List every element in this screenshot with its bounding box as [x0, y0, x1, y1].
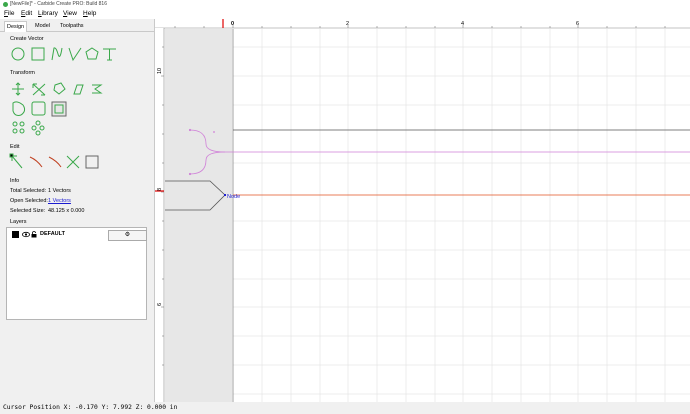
text-tool-icon: [103, 48, 116, 61]
offset-icon: [12, 101, 26, 116]
menu-file[interactable]: File: [4, 10, 15, 17]
layers-heading: Layers: [10, 219, 27, 225]
rotate-icon: [53, 82, 66, 95]
join-icon: [85, 155, 99, 169]
layer-name: DEFAULT: [40, 231, 65, 237]
canvas-svg[interactable]: 0 2 4 6 10 8 6 Node: [155, 19, 690, 402]
eye-icon[interactable]: [22, 231, 30, 238]
node-edit-icon: [51, 101, 67, 117]
tab-model[interactable]: Model: [33, 21, 52, 31]
selected-size-row: Selected Size: 48.125 x 0.000: [10, 208, 84, 214]
menu-library[interactable]: Library: [38, 10, 58, 17]
tab-bar: Design Model Toolpaths: [0, 21, 154, 32]
gear-icon: ⚙: [124, 232, 131, 238]
polyline-tool-icon: [68, 47, 82, 62]
node-pointer-icon: [11, 155, 23, 169]
cursor-position-text: Cursor Position X: -0.170 Y: 7.992 Z: 0.…: [3, 404, 178, 411]
selected-size-value: 48.125 x 0.000: [48, 208, 85, 214]
ruler-label-4: 4: [461, 21, 464, 27]
design-canvas[interactable]: 0 2 4 6 10 8 6 Node: [155, 19, 690, 402]
circle-tool-icon: [11, 47, 25, 61]
edit-tools: [9, 153, 99, 169]
left-panel: Design Model Toolpaths Create Vector Tra…: [0, 19, 155, 402]
ruler-label-2: 2: [346, 21, 349, 27]
menu-help[interactable]: Help: [83, 10, 96, 17]
total-selected-label: Total Selected:: [10, 188, 47, 194]
ruler-label-6-vertical: 6: [157, 303, 163, 306]
mirror-icon: [92, 84, 103, 94]
node-label: Node: [227, 194, 240, 200]
vector-node[interactable]: [188, 128, 192, 132]
cut-icon: [66, 155, 80, 169]
ruler-label-6: 6: [576, 21, 579, 27]
menu-edit[interactable]: Edit: [21, 10, 32, 17]
status-bar: Cursor Position X: -0.170 Y: 7.992 Z: 0.…: [0, 402, 690, 414]
vector-node[interactable]: [188, 172, 192, 176]
canvas-grid: [233, 29, 690, 402]
trim-icon: [29, 156, 43, 168]
total-selected-value: 1 Vectors: [48, 188, 71, 194]
total-selected-row: Total Selected: 1 Vectors: [10, 188, 71, 194]
info-heading: Info: [10, 178, 20, 184]
selected-node-marker[interactable]: [224, 194, 226, 196]
polygon-tool-icon: [85, 47, 99, 60]
window-title: [NewFile]* - Carbide Create PRO: Build 8…: [10, 1, 107, 7]
selected-size-label: Selected Size:: [10, 208, 46, 214]
curve-tool-icon: [51, 47, 63, 61]
transform-heading: Transform: [10, 70, 35, 76]
tab-toolpaths[interactable]: Toolpaths: [58, 21, 86, 31]
open-selected-link[interactable]: 1 Vectors: [48, 198, 71, 204]
circular-array-icon: [35, 120, 41, 126]
layer-color-swatch[interactable]: [12, 231, 19, 238]
array-icon: [12, 121, 18, 127]
move-icon: [12, 82, 24, 96]
app-icon: [3, 2, 8, 7]
create-vector-heading: Create Vector: [10, 36, 44, 42]
off-material-area: [165, 29, 232, 402]
menu-bar: File Edit Library View Help: [0, 9, 690, 19]
ruler-label-8: 8: [157, 188, 163, 191]
align-icon: [31, 101, 46, 116]
vector-curve-pink-top[interactable]: [189, 129, 690, 153]
top-ruler: [155, 19, 690, 28]
transform-tools: [12, 82, 103, 136]
skew-icon: [73, 84, 84, 95]
title-bar: [NewFile]* - Carbide Create PRO: Build 8…: [0, 0, 690, 9]
scale-icon: [32, 83, 46, 96]
edit-heading: Edit: [10, 144, 20, 150]
create-vector-tools: [11, 47, 116, 62]
ruler-label-10: 10: [157, 68, 163, 74]
vector-node[interactable]: [213, 131, 215, 133]
menu-view[interactable]: View: [63, 10, 77, 17]
layer-settings-button[interactable]: ⚙: [108, 230, 147, 241]
layer-row[interactable]: DEFAULT ⚙: [11, 230, 147, 241]
extend-icon: [48, 156, 62, 168]
open-selected-row: Open Selected: 1 Vectors: [10, 198, 71, 204]
rectangle-tool-icon: [31, 47, 45, 61]
left-ruler: [155, 28, 164, 402]
tab-design[interactable]: Design: [4, 21, 28, 32]
open-selected-label: Open Selected:: [10, 198, 48, 204]
lock-icon[interactable]: [31, 231, 37, 238]
layers-list: DEFAULT ⚙: [6, 227, 147, 320]
ruler-label-0: 0: [231, 21, 234, 27]
